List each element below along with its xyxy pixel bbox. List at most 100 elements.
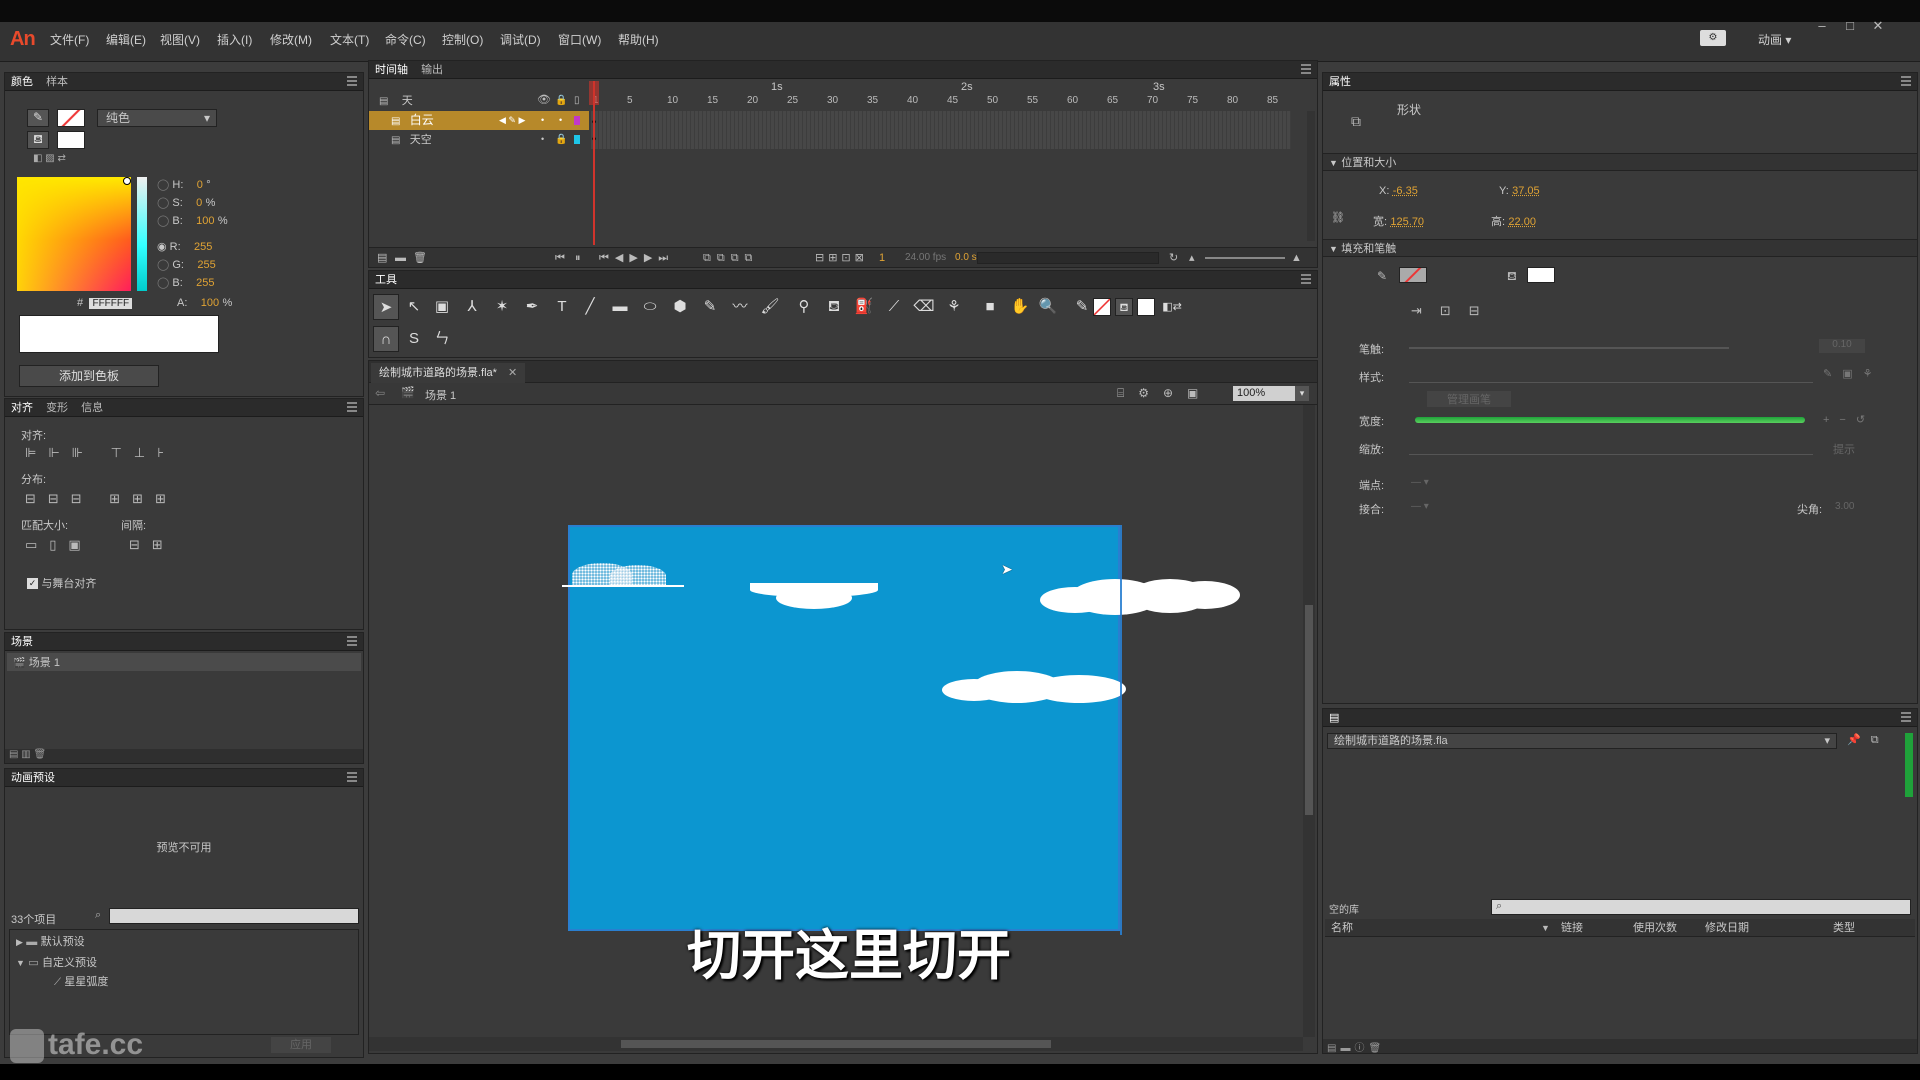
onion-skin-controls[interactable]: ⧉⧉⧉⧉ [703, 248, 758, 268]
add-to-swatches-button[interactable]: 添加到色板 [19, 365, 159, 387]
cloud-shape[interactable] [942, 671, 1126, 705]
3d-rotation-tool-icon[interactable]: ⅄ [459, 294, 485, 320]
cloud-shape[interactable] [750, 583, 878, 613]
timeline-scrollbar[interactable] [1307, 111, 1315, 241]
column-linkage[interactable]: 链接 [1561, 919, 1583, 937]
pen-tool-icon[interactable]: ✒ [519, 294, 545, 320]
fill-color-tool-icon[interactable]: ⛾ [1115, 298, 1133, 316]
menu-debug[interactable]: 调试(D) [500, 31, 541, 48]
object-drawing-icons[interactable]: ⇥⊡⊟ [1411, 303, 1498, 319]
layer-name[interactable]: 天空 [410, 134, 432, 146]
brightness-value[interactable]: 100 [196, 215, 214, 227]
width-value[interactable]: 125.70 [1390, 216, 1424, 228]
panel-menu-icon[interactable] [1901, 76, 1911, 86]
panel-menu-icon[interactable] [347, 76, 357, 86]
show-hide-icon[interactable]: 👁 [537, 91, 551, 110]
layer-color-swatch[interactable] [574, 116, 580, 125]
y-position-value[interactable]: 37.05 [1512, 185, 1540, 197]
tab-color[interactable]: 颜色 [11, 73, 33, 91]
timeline-hscroll[interactable] [977, 252, 1159, 264]
zoom-tool-icon[interactable]: 🔍 [1035, 294, 1061, 320]
fill-color-chip[interactable] [1137, 298, 1155, 316]
frames-row-clouds[interactable] [591, 111, 1291, 130]
edit-multiple-frames[interactable]: ⊟⊞⊡⊠ [815, 248, 868, 268]
delete-layer-icon[interactable]: 🗑 [413, 248, 427, 268]
swap-colors-tool-icon[interactable]: ◧⇄ [1159, 294, 1185, 320]
panel-menu-icon[interactable] [347, 772, 357, 782]
playhead[interactable] [593, 81, 595, 245]
delete-icon[interactable]: 🗑 [1368, 1043, 1385, 1054]
preset-search-input[interactable] [109, 908, 359, 924]
camera-tool-icon[interactable]: ■ [977, 294, 1003, 320]
polystar-tool-icon[interactable]: ⬢ [667, 294, 693, 320]
horizontal-scrollbar[interactable] [369, 1037, 1303, 1051]
zoom-in-icon[interactable]: ▲ [1291, 248, 1302, 268]
column-use-count[interactable]: 使用次数 [1633, 919, 1677, 937]
apply-button[interactable]: 应用 [271, 1037, 331, 1053]
menu-control[interactable]: 控制(O) [442, 31, 483, 48]
selected-cloud-shape[interactable] [562, 563, 684, 587]
document-tab[interactable]: 绘制城市道路的场景.fla* ✕ [371, 363, 526, 383]
panel-menu-icon[interactable] [1301, 274, 1311, 284]
height-value[interactable]: 22.00 [1508, 216, 1536, 228]
red-value[interactable]: 255 [194, 241, 212, 253]
eyedropper-tool-icon[interactable]: ⟋ [881, 294, 907, 320]
timeline-ruler[interactable]: 1s 2s 3s 1510152025303540455055606570758… [591, 79, 1291, 109]
line-tool-icon[interactable]: ╱ [577, 294, 603, 320]
layer-name[interactable]: 白云 [410, 113, 434, 127]
style-edit-icons[interactable]: ✎▣⚘ [1823, 367, 1882, 380]
stroke-value[interactable]: 0.10 [1819, 339, 1865, 353]
library-document-select[interactable]: 绘制城市道路的场景.fla ▾ [1327, 733, 1837, 749]
rectangle-tool-icon[interactable]: ▬ [607, 294, 633, 320]
manage-brushes-button[interactable]: 管理画笔 [1427, 391, 1511, 407]
breadcrumb-scene[interactable]: 场景 1 [425, 387, 456, 403]
panel-menu-icon[interactable] [1301, 64, 1311, 74]
tree-item-default[interactable]: ▶ ▬ 默认预设 [10, 930, 358, 953]
fill-color-icon[interactable]: ⛾ [27, 131, 49, 149]
snap-to-objects-icon[interactable]: ∩ [373, 326, 399, 352]
paint-brush-tool-icon[interactable]: 〰 [727, 294, 753, 320]
straighten-icon[interactable]: ㄣ [429, 326, 455, 352]
fps-value[interactable]: 24.00 fps [905, 248, 946, 268]
hint-checkbox[interactable]: 提示 [1833, 441, 1855, 457]
visible-dot-icon[interactable]: • [541, 130, 544, 149]
lock-dot-icon[interactable]: • [559, 111, 562, 130]
green-value[interactable]: 255 [197, 259, 215, 271]
tab-timeline[interactable]: 时间轴 [375, 61, 408, 79]
menu-text[interactable]: 文本(T) [330, 31, 369, 48]
column-name[interactable]: 名称 [1331, 919, 1353, 937]
smooth-icon[interactable]: S [401, 326, 427, 352]
blue-value[interactable]: 255 [196, 277, 214, 289]
stroke-color-swatch[interactable] [1399, 267, 1427, 283]
library-search-input[interactable]: ⌕ [1491, 899, 1911, 915]
current-frame[interactable]: 1 [879, 248, 885, 268]
outline-icon[interactable]: ▯ [574, 91, 580, 110]
hand-tool-icon[interactable]: ✋ [1007, 294, 1033, 320]
color-spectrum[interactable] [17, 177, 131, 291]
menu-window[interactable]: 窗口(W) [558, 31, 601, 48]
fill-color-swatch[interactable] [57, 131, 85, 149]
stage-view-icons[interactable]: ⌸⚙⊕▣ [1117, 386, 1212, 401]
panel-menu-icon[interactable] [1901, 712, 1911, 722]
lock-icon[interactable]: 🔒 [555, 91, 567, 110]
tab-transform[interactable]: 变形 [46, 399, 68, 417]
eraser-tool-icon[interactable]: ⌫ [911, 294, 937, 320]
tree-item-star-arc[interactable]: ⟋ 星星弧度 [10, 972, 358, 992]
lock-icon[interactable]: 🔒 [555, 130, 567, 149]
playback-controls[interactable]: ⏮◀▶▶⏭ [599, 248, 674, 268]
properties-icon[interactable]: ⓘ [1354, 1043, 1368, 1054]
ink-bottle-tool-icon[interactable]: ⛽ [851, 294, 877, 320]
sync-settings-icon[interactable]: ⚙ [1700, 30, 1726, 46]
lasso-tool-icon[interactable]: ✶ [489, 294, 515, 320]
tab-swatches[interactable]: 样本 [46, 73, 68, 91]
swap-colors-icon[interactable]: ◧ ▨ ⇄ [33, 153, 66, 164]
new-folder-icon[interactable]: ▬ [1340, 1043, 1354, 1054]
text-tool-icon[interactable]: T [549, 294, 575, 320]
panel-menu-icon[interactable] [347, 636, 357, 646]
column-type[interactable]: 类型 [1833, 919, 1855, 937]
menu-insert[interactable]: 插入(I) [217, 31, 252, 48]
visible-dot-icon[interactable]: • [541, 111, 544, 130]
new-layer-icon[interactable]: ▤ [377, 248, 387, 268]
layer-controls-icon[interactable]: ◀ ✎ ▶ [499, 111, 525, 130]
pencil-tool-icon[interactable]: ✎ [697, 294, 723, 320]
